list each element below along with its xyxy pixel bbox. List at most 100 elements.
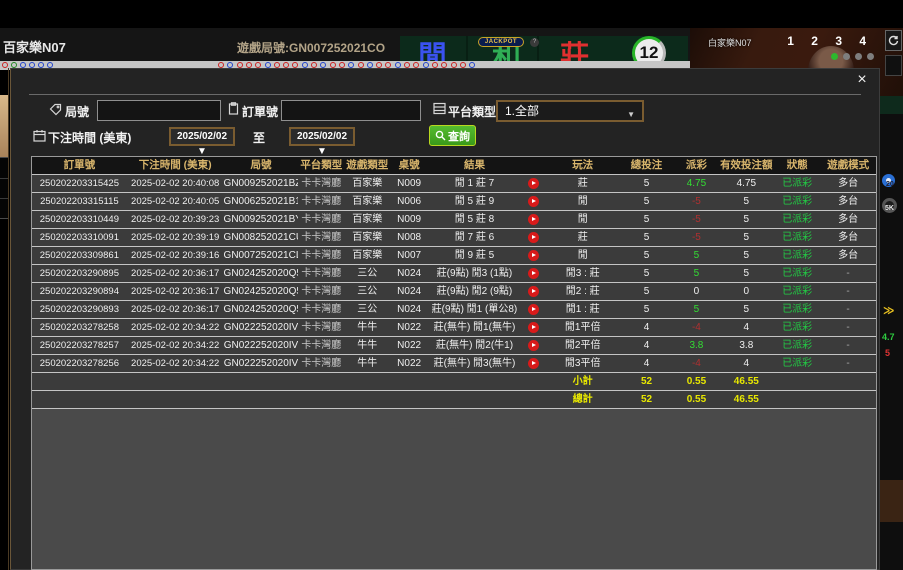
cell-payout: 5 xyxy=(674,247,718,264)
cell-play xyxy=(521,211,547,228)
cell-valid: 0 xyxy=(718,283,774,300)
cell-table: N006 xyxy=(390,193,428,210)
replay-button[interactable] xyxy=(528,250,539,261)
cell-payout: 0 xyxy=(674,283,718,300)
to-label: 至 xyxy=(253,129,265,146)
cell-time: 2025-02-02 20:39:19 xyxy=(127,229,224,246)
col-table: 桌號 xyxy=(390,157,428,174)
cell-game: 百家樂 xyxy=(344,211,390,228)
camera-numbers[interactable]: 1 2 3 4 xyxy=(787,34,873,48)
cell-round: GN009252021BZ xyxy=(224,175,299,192)
table-row: 2502022033104492025-02-02 20:39:23GN0092… xyxy=(32,211,876,229)
cell-game: 牛牛 xyxy=(344,355,390,372)
side-panel-button[interactable] xyxy=(885,55,902,76)
replay-button[interactable] xyxy=(528,214,539,225)
cell-platform: 卡卡灣廳 xyxy=(298,337,344,354)
table-row: 2502022032782562025-02-02 20:34:22GN0222… xyxy=(32,355,876,373)
subtotal-payout: 0.55 xyxy=(674,373,718,390)
cell-payout: 3.8 xyxy=(674,337,718,354)
cell-platform: 卡卡灣廳 xyxy=(298,319,344,336)
platform-filter-label: 平台類型 xyxy=(448,103,496,120)
table-row: 2502022032908952025-02-02 20:36:17GN0242… xyxy=(32,265,876,283)
cell-play xyxy=(521,193,547,210)
date-from-select[interactable]: 2025/02/02 ▼ xyxy=(169,127,235,146)
col-valid-bet: 有效投注額 xyxy=(718,157,774,174)
cell-mode: - xyxy=(820,283,876,300)
replay-button[interactable] xyxy=(528,232,539,243)
cell-table: N024 xyxy=(390,265,428,282)
col-method: 玩法 xyxy=(547,157,619,174)
cell-platform: 卡卡灣廳 xyxy=(298,355,344,372)
cell-round: GN008252021CU xyxy=(224,229,299,246)
cell-time: 2025-02-02 20:40:08 xyxy=(127,175,224,192)
cell-method: 閒 xyxy=(547,211,619,228)
col-mode: 遊戲模式 xyxy=(820,157,876,174)
collapse-arrows-icon[interactable]: ≫ xyxy=(883,304,895,317)
cell-valid: 5 xyxy=(718,229,774,246)
replay-button[interactable] xyxy=(528,178,539,189)
cell-round: GN022252020IV xyxy=(224,319,299,336)
cell-round: GN007252021CL xyxy=(224,247,299,264)
cell-payout: -4 xyxy=(674,319,718,336)
cell-game: 三公 xyxy=(344,265,390,282)
chip-20[interactable]: 20 xyxy=(882,174,895,187)
cell-mode: 多台 xyxy=(820,229,876,246)
cell-result: 閒 9 莊 5 xyxy=(428,247,521,264)
cell-time: 2025-02-02 20:36:17 xyxy=(127,265,224,282)
cell-result: 莊(無牛) 閒3(無牛) xyxy=(428,355,521,372)
platform-select[interactable]: 1.全部 ▼ xyxy=(496,100,644,122)
game-table-title: 百家樂N07 xyxy=(3,37,66,56)
chip-5k[interactable]: 5K xyxy=(882,198,897,213)
platform-select-value: 1.全部 xyxy=(505,104,539,118)
replay-button[interactable] xyxy=(528,340,539,351)
cell-status: 已派彩 xyxy=(774,175,820,192)
left-panel-buttons xyxy=(0,157,8,219)
cell-table: N007 xyxy=(390,247,428,264)
cell-game: 牛牛 xyxy=(344,319,390,336)
replay-button[interactable] xyxy=(528,322,539,333)
replay-button[interactable] xyxy=(528,304,539,315)
cell-time: 2025-02-02 20:34:22 xyxy=(127,355,224,372)
cell-round: GN022252020IV xyxy=(224,355,299,372)
cell-order: 250202203278258 xyxy=(32,319,127,336)
side-value-green: 4.7 xyxy=(882,332,895,342)
cell-table: N009 xyxy=(390,175,428,192)
cell-status: 已派彩 xyxy=(774,319,820,336)
refresh-icon[interactable] xyxy=(885,30,902,51)
cell-status: 已派彩 xyxy=(774,283,820,300)
cell-valid: 5 xyxy=(718,265,774,282)
cell-table: N022 xyxy=(390,337,428,354)
replay-button[interactable] xyxy=(528,196,539,207)
clipboard-icon xyxy=(227,102,240,115)
search-button[interactable]: 查詢 xyxy=(429,125,476,146)
cell-table: N022 xyxy=(390,355,428,372)
order-input[interactable] xyxy=(281,100,421,121)
round-input[interactable] xyxy=(97,100,221,121)
cell-play xyxy=(521,319,547,336)
col-payout: 派彩 xyxy=(674,157,718,174)
help-icon[interactable]: ? xyxy=(530,38,539,47)
date-to-select[interactable]: 2025/02/02 ▼ xyxy=(289,127,355,146)
cell-order: 250202203315425 xyxy=(32,175,127,192)
replay-button[interactable] xyxy=(528,286,539,297)
cell-result: 閒 1 莊 7 xyxy=(428,175,521,192)
cell-mode: - xyxy=(820,337,876,354)
subtotal-row: 小計 52 0.55 46.55 xyxy=(32,373,876,391)
table-body: 2502022033154252025-02-02 20:40:08GN0092… xyxy=(32,175,876,373)
camera-dots[interactable] xyxy=(831,53,874,60)
cell-status: 已派彩 xyxy=(774,193,820,210)
cell-method: 閒 xyxy=(547,247,619,264)
cell-platform: 卡卡灣廳 xyxy=(298,301,344,318)
cell-time: 2025-02-02 20:39:23 xyxy=(127,211,224,228)
replay-button[interactable] xyxy=(528,268,539,279)
cell-payout: -5 xyxy=(674,193,718,210)
bet-time-label: 下注時間 (美東) xyxy=(48,129,131,146)
replay-button[interactable] xyxy=(528,358,539,369)
cell-method: 閒3 : 莊 xyxy=(547,265,619,282)
cell-order: 250202203290895 xyxy=(32,265,127,282)
cell-order: 250202203290893 xyxy=(32,301,127,318)
cell-platform: 卡卡灣廳 xyxy=(298,175,344,192)
close-icon[interactable]: × xyxy=(853,71,871,89)
tag-icon xyxy=(49,103,62,116)
cell-payout: 5 xyxy=(674,265,718,282)
